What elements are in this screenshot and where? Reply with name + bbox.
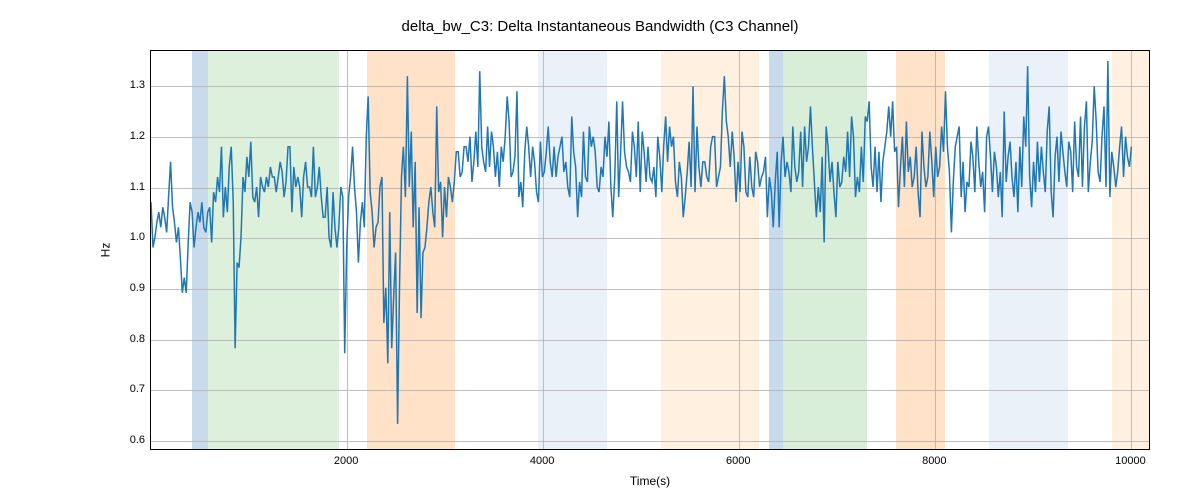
y-tick-label: 1.1 [130,181,145,193]
plot-area [150,50,1150,450]
y-tick-label: 0.9 [130,282,145,294]
x-tick-label: 4000 [530,455,554,467]
y-axis-label: Hz [98,243,112,258]
y-tick-label: 0.6 [130,434,145,446]
y-tick-label: 1.0 [130,231,145,243]
y-tick-label: 0.7 [130,383,145,395]
chart-container: delta_bw_C3: Delta Instantaneous Bandwid… [0,0,1200,500]
x-tick-label: 10000 [1115,455,1146,467]
x-tick-label: 2000 [334,455,358,467]
x-tick-label: 8000 [922,455,946,467]
line-series [151,51,1149,449]
y-tick-label: 1.3 [130,79,145,91]
x-tick-label: 6000 [726,455,750,467]
chart-title: delta_bw_C3: Delta Instantaneous Bandwid… [0,18,1200,35]
x-axis-label: Time(s) [150,474,1150,488]
y-tick-label: 0.8 [130,333,145,345]
y-tick-label: 1.2 [130,130,145,142]
